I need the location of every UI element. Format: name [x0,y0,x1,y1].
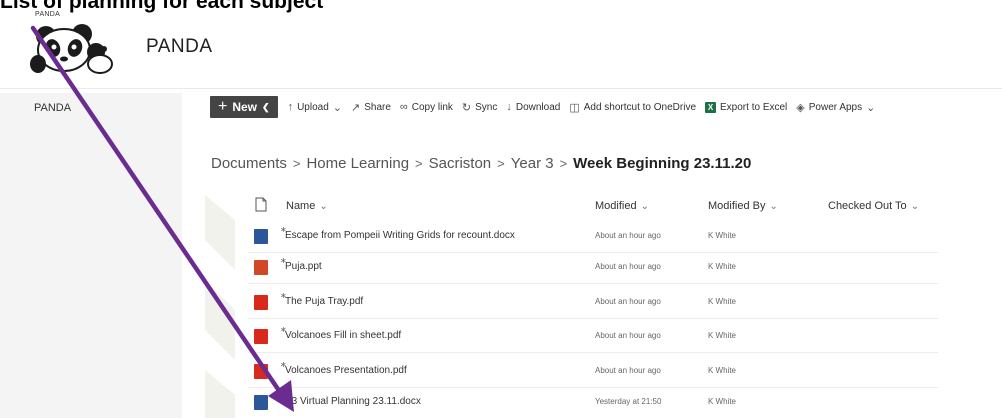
sync-icon: ↻ [461,101,472,114]
shortcut-icon: ◫ [569,101,580,114]
file-modified: About an hour ago [595,297,661,306]
download-button[interactable]: ↓ Download [506,101,560,113]
breadcrumb-separator: > [559,156,568,171]
column-header-checked-out[interactable]: Checked Out To ⌄ [828,200,919,212]
breadcrumb-home-learning[interactable]: Home Learning [306,155,409,172]
file-modified-by[interactable]: K White [708,397,736,406]
file-name[interactable]: Volcanoes Presentation.pdf [285,365,407,376]
upload-button[interactable]: ↑ Upload ⌄ [288,101,342,114]
file-name[interactable]: Volcanoes Fill in sheet.pdf [285,330,401,341]
add-shortcut-button[interactable]: ◫ Add shortcut to OneDrive [569,101,696,114]
file-modified-by[interactable]: K White [708,331,736,340]
chevron-down-icon: ⌄ [640,200,649,212]
chevron-down-icon: ❮ [262,101,270,112]
column-header-modified-by[interactable]: Modified By ⌄ [708,200,778,212]
word-file-icon [254,229,268,244]
export-excel-button[interactable]: X Export to Excel [705,101,788,113]
chevron-down-icon: ⌄ [866,101,876,114]
column-header-checked-out-label: Checked Out To [828,200,907,212]
breadcrumb-year-3[interactable]: Year 3 [511,155,554,172]
file-modified-by[interactable]: K White [708,366,736,375]
sync-label: Sync [475,101,498,113]
table-row[interactable]: ∗ Puja.ppt About an hour ago K White [248,253,938,284]
table-row[interactable]: ∗ Y3 Virtual Planning 23.11.docx Yesterd… [248,388,938,418]
left-nav [0,93,182,418]
file-modified-by[interactable]: K White [708,262,736,271]
copy-link-button[interactable]: ∞ Copy link [400,101,453,113]
panda-logo [30,24,113,74]
column-header-modified-by-label: Modified By [708,200,766,212]
file-modified: About an hour ago [595,262,661,271]
powerpoint-file-icon [254,260,268,275]
pdf-file-icon [254,364,268,379]
column-header-modified-label: Modified [595,200,637,212]
power-apps-icon: ◈ [796,101,805,114]
word-file-icon [254,395,268,410]
chevron-down-icon: ⌄ [319,200,328,212]
share-label: Share [364,101,391,113]
add-shortcut-label: Add shortcut to OneDrive [583,101,697,113]
file-modified: About an hour ago [595,231,661,240]
new-button[interactable]: + New ❮ [210,96,278,118]
breadcrumb-sacriston[interactable]: Sacriston [429,155,492,172]
table-row[interactable]: ∗ The Puja Tray.pdf About an hour ago K … [248,288,938,319]
file-modified-by[interactable]: K White [708,297,736,306]
share-icon: ↗ [351,101,361,114]
table-row[interactable]: ∗ Escape from Pompeii Writing Grids for … [248,222,938,253]
file-modified: About an hour ago [595,366,661,375]
export-excel-label: Export to Excel [720,101,788,113]
copy-link-label: Copy link [411,101,453,113]
background-decoration [205,195,235,418]
file-name[interactable]: Y3 Virtual Planning 23.11.docx [285,396,421,407]
command-bar: + New ❮ ↑ Upload ⌄ ↗ Share ∞ Copy link ↻… [210,95,884,119]
file-name[interactable]: Puja.ppt [285,261,322,272]
site-tiny-label: PANDA [35,11,61,18]
header-divider [0,88,1002,89]
download-icon: ↓ [506,101,512,113]
breadcrumb-separator: > [292,156,301,171]
share-button[interactable]: ↗ Share [351,101,391,114]
pdf-file-icon [254,329,268,344]
column-header-modified[interactable]: Modified ⌄ [595,200,649,212]
file-name[interactable]: Escape from Pompeii Writing Grids for re… [285,230,515,241]
breadcrumb-separator: > [497,156,505,171]
nav-item-panda[interactable]: PANDA [34,102,71,114]
download-label: Download [515,101,561,113]
site-title[interactable]: PANDA [146,36,213,58]
pdf-file-icon [254,295,268,310]
power-apps-button[interactable]: ◈ Power Apps ⌄ [796,101,875,114]
file-name[interactable]: The Puja Tray.pdf [285,296,363,307]
table-row[interactable]: ∗ Volcanoes Presentation.pdf About an ho… [248,357,938,388]
sync-button[interactable]: ↻ Sync [462,101,497,114]
breadcrumb: Documents > Home Learning > Sacriston > … [211,155,751,172]
file-modified: Yesterday at 21:50 [595,397,662,406]
breadcrumb-separator: > [415,156,423,171]
upload-icon: ↑ [287,101,294,113]
chevron-down-icon: ⌄ [769,200,778,212]
upload-label: Upload [297,101,329,113]
link-icon: ∞ [399,101,408,113]
breadcrumb-documents[interactable]: Documents [211,155,287,172]
plus-icon: + [218,98,228,115]
new-label: New [232,100,258,114]
breadcrumb-current: Week Beginning 23.11.20 [573,155,752,172]
file-type-icon[interactable] [255,197,267,212]
column-header-name[interactable]: Name ⌄ [286,200,328,212]
excel-icon: X [705,101,717,113]
chevron-down-icon: ⌄ [332,101,342,114]
file-modified-by[interactable]: K White [708,231,736,240]
column-header-name-label: Name [286,200,316,212]
file-modified: About an hour ago [595,331,661,340]
table-row[interactable]: ∗ Volcanoes Fill in sheet.pdf About an h… [248,322,938,353]
chevron-down-icon: ⌄ [910,200,920,212]
power-apps-label: Power Apps [808,101,863,113]
